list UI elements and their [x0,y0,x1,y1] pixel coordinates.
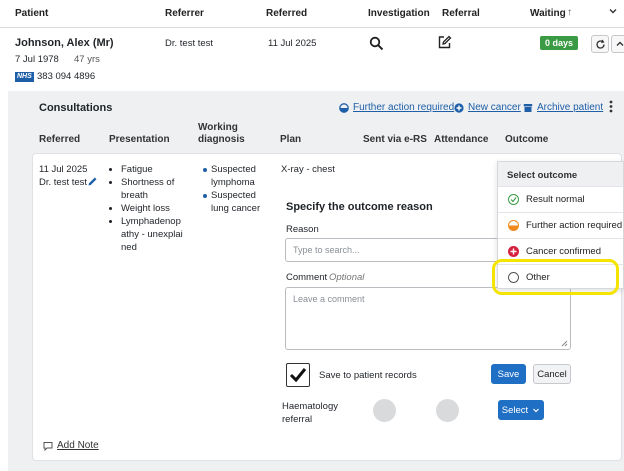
plan-text: X-ray - chest [281,164,335,175]
col-waiting[interactable]: Waiting [530,8,566,19]
check-circle-icon [508,194,519,205]
save-records-label: Save to patient records [319,370,417,381]
col-investigation[interactable]: Investigation [368,8,430,19]
chevron-up-icon [616,41,624,46]
save-records-checkbox[interactable] [286,363,310,387]
half-circle-icon [508,220,519,231]
sent-via-status-dot [373,399,396,422]
outcome-form-title: Specify the outcome reason [286,201,433,213]
edit-referral-icon[interactable] [437,35,452,53]
dropdown-header: Select outcome [498,162,623,186]
list-item: Fatigue [121,163,185,176]
header-working-diagnosis: Working diagnosis [198,122,245,145]
select-label: Select [501,404,529,416]
nhs-logo-badge: NHS [15,72,34,82]
consultations-title: Consultations [39,102,113,114]
new-cancer-link[interactable]: New cancer [454,102,521,113]
option-label: Further action required [526,220,623,231]
sort-arrow-icon[interactable]: ↑ [567,7,572,18]
comment-textarea[interactable]: Leave a comment [285,287,571,350]
patient-referred-date: 11 Jul 2025 [268,38,317,49]
col-referral[interactable]: Referral [442,8,480,19]
haematology-label: Haematology [282,401,338,412]
list-item: Lymphadenopathy - unexplained [121,215,185,254]
option-further-action[interactable]: Further action required [498,212,623,238]
consultation-doctor: Dr. test test [39,177,88,188]
search-icon[interactable] [369,36,384,54]
list-item: Weight loss [121,202,185,215]
comment-label: Comment [286,272,328,283]
list-item: Shortness of breath [121,176,185,202]
header-attendance: Attendance [434,134,489,145]
patient-age: 47 yrs [74,54,100,65]
select-outcome-button[interactable]: Select [498,400,544,420]
col-patient[interactable]: Patient [15,8,48,19]
col-referrer[interactable]: Referrer [165,8,204,19]
option-label: Cancer confirmed [526,246,601,257]
attendance-status-dot [436,399,459,422]
header-sent-via: Sent via e-RS [363,134,427,145]
plus-circle-icon [508,246,519,257]
waiting-days-badge: 0 days [540,36,579,50]
refresh-button[interactable] [591,35,609,53]
save-button[interactable]: Save [491,364,526,384]
option-result-normal[interactable]: Result normal [498,186,623,212]
col-referred[interactable]: Referred [266,8,307,19]
list-item: Suspected lung cancer [203,189,273,215]
reason-label: Reason [286,224,319,235]
consultation-date: 11 Jul 2025 [39,164,88,175]
archive-icon [523,103,533,112]
chevron-down-icon [533,408,540,413]
diagnosis-list: Suspected lymphoma Suspected lung cancer [201,163,273,215]
comment-optional-label: Optional [329,272,365,283]
more-options-icon[interactable] [609,100,613,116]
presentation-list: Fatigue Shortness of breath Weight loss … [109,163,185,254]
resize-handle-icon[interactable] [561,340,568,347]
collapse-button[interactable] [611,35,624,53]
header-presentation: Presentation [109,134,170,145]
haematology-label-2: referral [282,414,313,425]
archive-patient-link[interactable]: Archive patient [523,102,603,113]
patient-row[interactable]: Johnson, Alex (Mr) 7 Jul 1978 47 yrs NHS… [0,28,624,88]
list-item: Suspected lymphoma [203,163,273,189]
half-circle-icon [339,102,349,113]
cancel-button[interactable]: Cancel [533,364,571,384]
add-note-link[interactable]: Add Note [43,440,99,451]
pencil-icon[interactable] [87,176,98,190]
table-header: Patient Referrer Referred Investigation … [0,0,624,28]
patient-name[interactable]: Johnson, Alex (Mr) [15,37,114,49]
checkmark-icon [289,368,307,383]
chevron-down-icon[interactable] [608,6,618,19]
comment-icon [43,441,53,451]
comment-placeholder: Leave a comment [293,294,365,304]
header-referred: Referred [39,134,81,145]
patient-referrer: Dr. test test [165,38,214,49]
highlight-annotation [492,259,619,295]
plus-circle-icon [454,102,464,113]
nhs-number: 383 094 4896 [37,71,96,82]
further-action-link[interactable]: Further action required [339,102,454,113]
patient-dob: 7 Jul 1978 [15,54,59,65]
option-label: Result normal [526,194,585,205]
header-plan: Plan [280,134,302,145]
header-outcome: Outcome [505,134,549,145]
refresh-icon [595,39,605,49]
